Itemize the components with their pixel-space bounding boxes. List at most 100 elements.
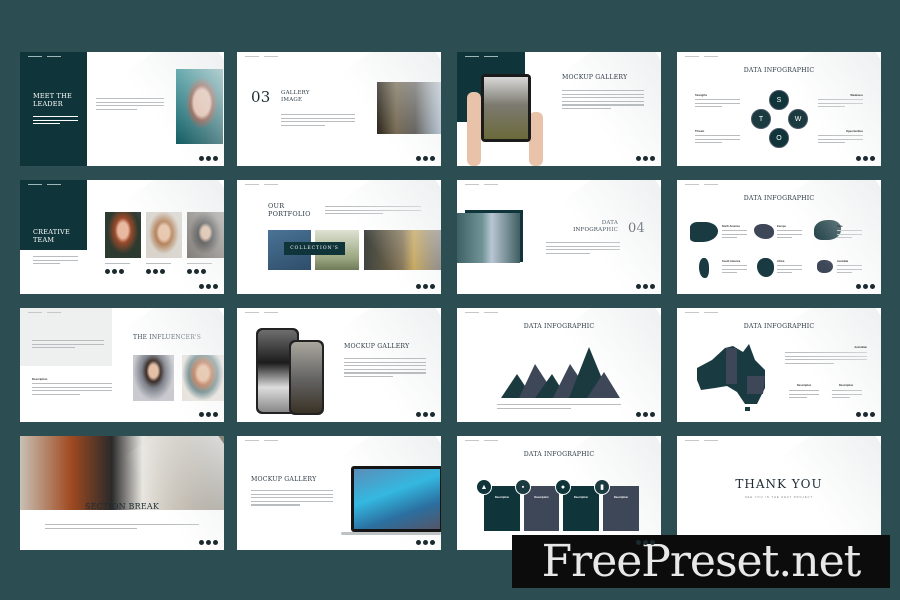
slide-thank-you[interactable]: THANK YOU SEE YOU IN THE NEXT PROJECT <box>677 436 881 550</box>
placeholder-text-line <box>722 272 737 274</box>
slide-nav-dots <box>856 156 875 161</box>
laptop-screen-photo <box>354 469 440 529</box>
slide-title: DATA INFOGRAPHIC <box>677 195 881 202</box>
member-name <box>146 263 171 267</box>
mountain-chart <box>501 347 620 398</box>
slide-swot[interactable]: DATA INFOGRAPHIC S T W O Strengths Weakn… <box>677 52 881 166</box>
swot-t: T <box>751 109 771 129</box>
slide-header <box>685 56 718 57</box>
map-label: Description <box>839 384 854 387</box>
placeholder-text-line <box>777 230 802 232</box>
slide-mockup-gallery-tablet[interactable]: MOCKUP GALLERY <box>457 52 661 166</box>
placeholder-text-line <box>325 206 421 208</box>
africa-map <box>757 258 774 277</box>
placeholder-text-line <box>33 263 60 265</box>
placeholder-text-line <box>105 263 130 265</box>
phone-mockup <box>289 340 324 415</box>
placeholder-text-line <box>96 105 164 107</box>
gallery-photo <box>377 82 441 134</box>
box-title: Description <box>494 496 510 499</box>
text-block <box>33 256 78 267</box>
slide-header <box>245 440 278 441</box>
slide-mountain-chart[interactable]: DATA INFOGRAPHIC <box>457 308 661 422</box>
hand-right <box>529 112 543 166</box>
team-photo <box>146 212 182 258</box>
placeholder-text-line <box>32 383 112 385</box>
slide-title: DATA INFOGRAPHIC <box>677 67 881 74</box>
portfolio-photo <box>364 230 441 270</box>
slide-header <box>28 184 61 185</box>
placeholder-text-line <box>325 213 383 215</box>
placeholder-text-line <box>45 524 199 526</box>
region-label: Asia <box>837 225 843 228</box>
text-block <box>96 98 164 112</box>
placeholder-text-line <box>818 99 863 101</box>
slide-meet-the-leader[interactable]: MEET THE LEADER <box>20 52 224 166</box>
slide-subtitle: SEE YOU IN THE NEXT PROJECT <box>744 496 814 499</box>
placeholder-text-line <box>562 90 644 92</box>
placeholder-text-line <box>251 500 333 503</box>
slide-title: SECTION BREAK <box>84 502 160 511</box>
slide-header <box>685 440 718 441</box>
laptop-mockup <box>351 466 441 532</box>
placeholder-text-line <box>344 361 426 363</box>
team-photo <box>105 212 141 258</box>
slide-mockup-gallery-phones[interactable]: MOCKUP GALLERY <box>237 308 441 422</box>
text-block <box>281 114 355 128</box>
placeholder-text-line <box>251 504 301 506</box>
slide-title: DATA INFOGRAPHIC <box>573 220 618 233</box>
slide-description-boxes[interactable]: DATA INFOGRAPHIC Description Description… <box>457 436 661 550</box>
placeholder-text-line <box>32 393 80 396</box>
influencer-photo <box>182 355 224 401</box>
swot-o: O <box>769 128 789 148</box>
placeholder-text-line <box>562 93 644 95</box>
placeholder-text-line <box>281 121 355 123</box>
chart-icon: ▲ <box>476 479 492 495</box>
placeholder-text-line <box>722 268 747 270</box>
slide-section-break[interactable]: SECTION BREAK <box>20 436 224 550</box>
placeholder-text-line <box>722 265 747 267</box>
slide-creative-team[interactable]: CREATIVE TEAM <box>20 180 224 294</box>
slide-world-map[interactable]: DATA INFOGRAPHIC North America Europe As… <box>677 180 881 294</box>
swot-label: Threats <box>695 130 705 133</box>
state-region <box>726 348 737 384</box>
placeholder-text-line <box>146 263 171 265</box>
placeholder-text-line <box>777 265 802 267</box>
swot-s: S <box>769 90 789 110</box>
placeholder-text-line <box>837 237 852 239</box>
swot-label: Opportunities <box>845 130 863 133</box>
slide-title: THE INFLUENCER'S <box>133 334 202 341</box>
placeholder-text-line <box>695 102 740 104</box>
placeholder-text-line <box>32 386 112 388</box>
slide-mockup-gallery-laptop[interactable]: MOCKUP GALLERY <box>237 436 441 550</box>
leader-photo <box>176 69 223 144</box>
dark-panel <box>20 52 87 166</box>
placeholder-text-line <box>32 340 104 342</box>
placeholder-text-line <box>344 365 426 367</box>
slide-influencers[interactable]: Description THE INFLUENCER'S <box>20 308 224 422</box>
slide-nav-dots <box>636 284 655 289</box>
team-photo <box>187 212 224 258</box>
slide-header <box>28 312 61 313</box>
section-photo <box>457 213 520 263</box>
slide-data-infographic-04[interactable]: DATA INFOGRAPHIC 04 <box>457 180 661 294</box>
placeholder-text-line <box>325 209 421 211</box>
slide-nav-dots <box>636 156 655 161</box>
description-box: Description <box>603 486 639 531</box>
slide-gallery-image[interactable]: 03 GALLERY IMAGE <box>237 52 441 166</box>
placeholder-text-line <box>251 493 333 495</box>
placeholder-text-line <box>546 252 591 255</box>
placeholder-text-line <box>546 242 620 244</box>
slide-australia-map[interactable]: DATA INFOGRAPHIC Australian Description … <box>677 308 881 422</box>
placeholder-text-line <box>33 119 78 121</box>
slide-header <box>465 184 498 185</box>
placeholder-text-line <box>546 245 620 247</box>
placeholder-text-line <box>722 230 747 232</box>
text-block <box>777 230 802 241</box>
slide-title: MEET THE LEADER <box>33 92 72 108</box>
slide-nav-dots <box>416 412 435 417</box>
placeholder-text-line <box>695 99 740 101</box>
placeholder-text-line <box>695 142 722 144</box>
slide-portfolio[interactable]: OUR PORTFOLIO COLLECTION'S <box>237 180 441 294</box>
text-block <box>562 90 644 112</box>
